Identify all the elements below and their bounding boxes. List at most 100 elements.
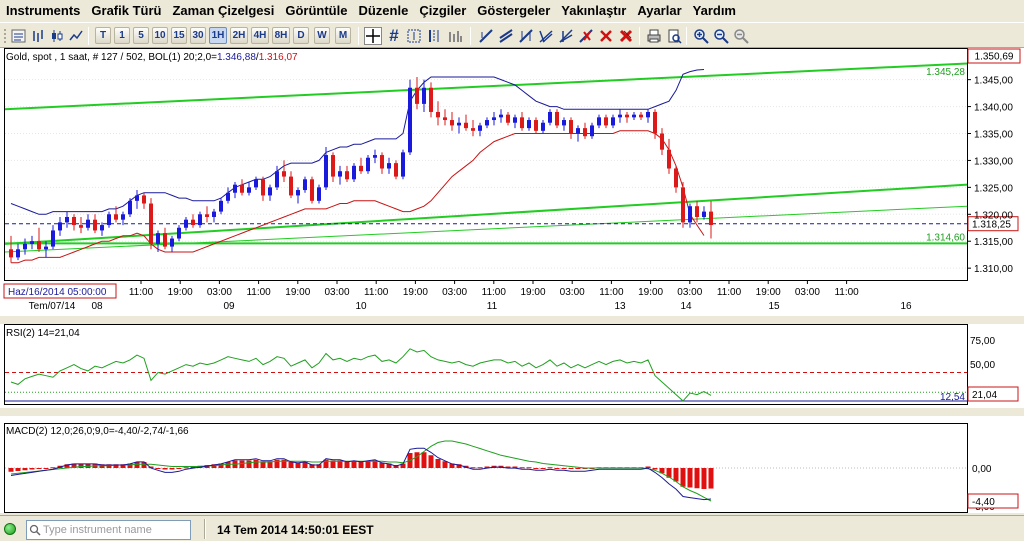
status-bar: 14 Tem 2014 14:50:01 EEST	[0, 515, 1024, 541]
toolbar-grip	[2, 27, 8, 45]
x-day-label: 10	[355, 301, 367, 312]
timeframe-button-1[interactable]: 1	[114, 27, 130, 44]
bars-spacing-icon[interactable]	[446, 27, 464, 45]
trend-line-tool-icon[interactable]	[477, 27, 495, 45]
candle-body	[639, 114, 643, 118]
macd-bar	[540, 468, 546, 469]
candle-body	[72, 216, 76, 226]
status-datetime: 14 Tem 2014 14:50:01 EEST	[217, 523, 374, 537]
panel-splitter[interactable]	[0, 316, 1024, 324]
timeframe-button-4h[interactable]: 4H	[251, 27, 269, 44]
x-day-label: 14	[680, 301, 692, 312]
instrument-search-input[interactable]	[26, 520, 191, 540]
timeframe-button-t[interactable]: T	[95, 27, 111, 44]
timeframe-button-10[interactable]: 10	[152, 27, 168, 44]
candlestick-chart-type-icon[interactable]	[48, 27, 66, 45]
zoom-area-icon[interactable]	[405, 27, 423, 45]
y-tick-label: 1.340,00	[974, 103, 1013, 114]
gann-fan-icon[interactable]	[557, 27, 575, 45]
candle	[128, 198, 132, 217]
menu-item-4[interactable]: Düzenle	[352, 0, 413, 22]
macd-bar	[239, 460, 245, 468]
timeframe-button-8h[interactable]: 8H	[272, 27, 290, 44]
timeframe-button-30[interactable]: 30	[190, 27, 206, 44]
candle-body	[359, 165, 363, 172]
main-panel-frame	[4, 48, 968, 281]
zoom-in-icon[interactable]	[692, 27, 710, 45]
candle-body	[667, 149, 671, 169]
instrument-list-icon[interactable]	[10, 27, 28, 45]
time-axis: 11:00 19:00 03:00 11:00 19:00 03:00 11:00 19:00…	[29, 280, 912, 312]
x-day-label: 09	[223, 301, 235, 312]
menu-item-3[interactable]: Görüntüle	[279, 0, 352, 22]
timeframe-button-w[interactable]: W	[314, 27, 330, 44]
x-time-label: 19:00	[168, 287, 193, 298]
line-chart-type-icon[interactable]	[67, 27, 85, 45]
y-tick-label: 1.320,00	[974, 210, 1013, 221]
macd-bar	[421, 452, 427, 468]
delete-icon[interactable]	[597, 27, 615, 45]
menu-item-7[interactable]: Yakınlaştır	[555, 0, 631, 22]
vertical-line-tool-icon[interactable]	[425, 27, 443, 45]
timeframe-button-2h[interactable]: 2H	[230, 27, 248, 44]
macd-bar	[575, 468, 581, 469]
candle-body	[660, 133, 664, 150]
candle-body	[408, 87, 412, 153]
macd-bar	[288, 462, 294, 468]
candle-body	[268, 187, 272, 196]
candle-body	[513, 117, 517, 123]
menu-item-0[interactable]: Instruments	[0, 0, 85, 22]
menu-item-6[interactable]: Göstergeler	[471, 0, 555, 22]
panel-splitter[interactable]	[0, 408, 1024, 416]
menu-item-9[interactable]: Yardım	[687, 0, 741, 22]
timeframe-button-d[interactable]: D	[293, 27, 309, 44]
channel-tool-icon[interactable]	[497, 27, 515, 45]
print-preview-icon[interactable]	[665, 27, 683, 45]
price-chart[interactable]: 1.345,28 1.314,60 1.318,25 1.345,00 1.340,0…	[0, 48, 1024, 513]
timeframe-button-1h[interactable]: 1H	[209, 27, 227, 44]
timeframe-button-15[interactable]: 15	[171, 27, 187, 44]
andrews-pitchfork-icon[interactable]	[537, 27, 555, 45]
y-tick-label: 1.325,00	[974, 183, 1013, 194]
delete-line-icon[interactable]	[577, 27, 595, 45]
timeframe-button-m[interactable]: M	[335, 27, 351, 44]
macd-bar	[43, 468, 49, 469]
candle	[555, 109, 559, 129]
zoom-reset-icon[interactable]	[732, 27, 750, 45]
candle-body	[562, 120, 566, 126]
toolbar: T 1 5 10 15 30 1H 2H 4H 8H D W M #	[0, 22, 1024, 48]
chart-area[interactable]: 1.345,28 1.314,60 1.318,25 1.345,00 1.340,0…	[0, 48, 1024, 513]
x-time-label: 11:00	[834, 287, 859, 298]
macd-bar	[22, 468, 28, 471]
menu-item-8[interactable]: Ayarlar	[631, 0, 686, 22]
menu-item-2[interactable]: Zaman Çizelgesi	[166, 0, 279, 22]
macd-bar	[442, 461, 448, 468]
x-time-label: 19:00	[285, 287, 310, 298]
candle-body	[520, 117, 524, 129]
menu-item-5[interactable]: Çizgiler	[413, 0, 471, 22]
candle-body	[114, 214, 118, 220]
menu-item-1[interactable]: Grafik Türü	[85, 0, 166, 22]
x-day-label: 16	[900, 301, 912, 312]
timeframe-button-5[interactable]: 5	[133, 27, 149, 44]
candle-body	[16, 249, 20, 258]
print-icon[interactable]	[645, 27, 663, 45]
zoom-out-icon[interactable]	[712, 27, 730, 45]
bar-chart-type-icon[interactable]	[29, 27, 47, 45]
candle-body	[401, 152, 405, 177]
candle-body	[569, 120, 573, 134]
candle-body	[331, 155, 335, 177]
candle-body	[317, 187, 321, 201]
y-tick-label: 1.335,00	[974, 130, 1013, 141]
grid-hash-icon[interactable]: #	[385, 27, 403, 45]
crosshair-icon[interactable]	[364, 27, 382, 45]
candle-body	[212, 211, 216, 217]
candle-body	[625, 114, 629, 118]
macd-bar	[428, 455, 434, 468]
rsi-level-label: 12,54	[940, 392, 965, 403]
macd-bar	[519, 467, 525, 469]
delete-all-icon[interactable]	[617, 27, 635, 45]
fibonacci-tool-icon[interactable]	[517, 27, 535, 45]
candle-body	[345, 171, 349, 180]
rsi-tick-50: 50,00	[970, 360, 995, 371]
